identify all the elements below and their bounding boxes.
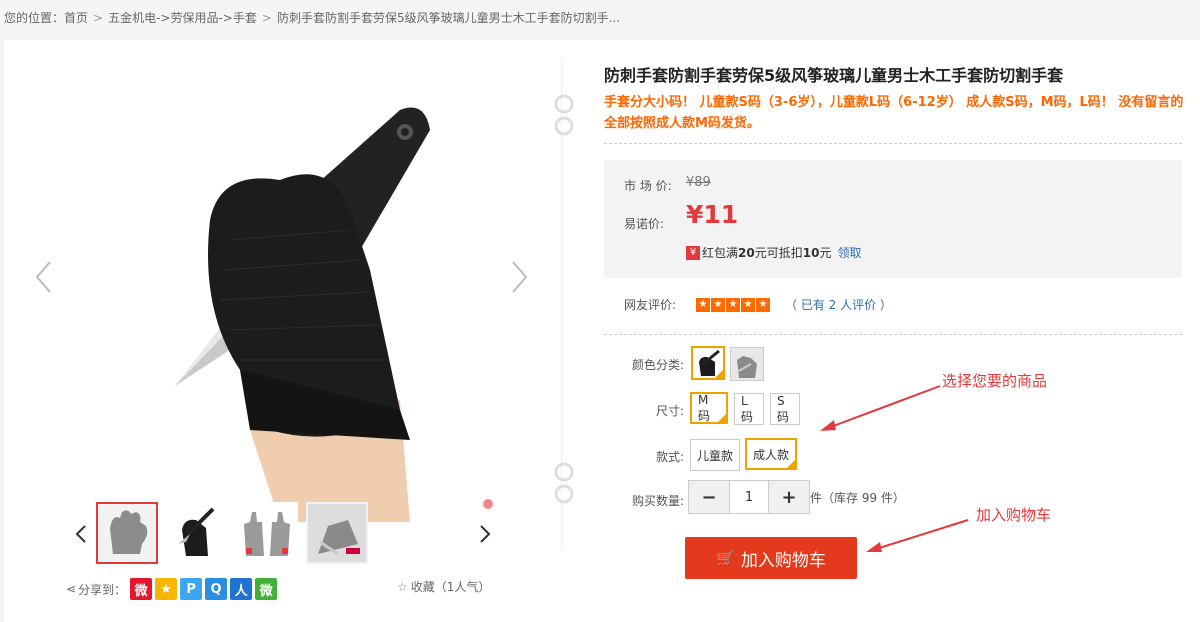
selected-check-icon xyxy=(714,369,723,378)
add-to-cart-button[interactable]: 🛒 加入购物车 xyxy=(685,537,857,579)
coupon-icon: ¥ xyxy=(686,245,700,260)
thumbnail-strip xyxy=(74,502,494,568)
sale-price-label: 易诺价: xyxy=(624,217,665,231)
pengyou-icon[interactable]: P xyxy=(180,578,203,600)
quantity-input[interactable]: 1 xyxy=(729,481,769,513)
star-icon: ★ xyxy=(756,297,770,312)
color-label: 颜色分类: xyxy=(631,358,684,372)
star-icon: ★ xyxy=(726,297,740,312)
size-label: 尺寸: xyxy=(655,404,684,418)
thumb-prev-arrow[interactable] xyxy=(74,524,88,544)
rating-row: 网友评价: ★ ★ ★ ★ ★ （ 已有 2 人评价 ） xyxy=(624,296,892,313)
favorite-label: 收藏 xyxy=(410,580,435,594)
thumbnail-3[interactable] xyxy=(236,502,298,564)
breadcrumb: 您的位置：首页 > 五金机电->劳保用品->手套 > 防刺手套防割手套劳保5级风筝玻璃儿… xyxy=(4,9,620,26)
next-image-arrow[interactable] xyxy=(509,260,529,294)
thumb-next-arrow[interactable] xyxy=(478,524,492,544)
market-price-label: 市 场 价: xyxy=(624,179,672,193)
star-icon: ★ xyxy=(741,297,755,312)
size-option-label: S码 xyxy=(777,393,790,424)
share-label: 分享到： xyxy=(78,582,127,597)
quantity-decrease-button[interactable]: − xyxy=(689,481,729,513)
cart-icon: 🛒 xyxy=(716,549,735,567)
coupon-text-mid: 元可抵扣 xyxy=(754,246,803,260)
coupon-min: 20 xyxy=(738,245,755,260)
main-product-image xyxy=(100,70,500,522)
quantity-stepper: − 1 + xyxy=(688,480,810,514)
style-option-label: 儿童款 xyxy=(697,448,734,463)
thumbnail-4[interactable] xyxy=(306,502,368,564)
star-icon: ★ xyxy=(711,297,725,312)
favorite-button[interactable]: ☆ 收藏 （1人气） xyxy=(397,578,490,595)
quantity-increase-button[interactable]: + xyxy=(769,481,809,513)
price-box: 市 场 价: ¥89 易诺价: ¥11 ¥ 红包满 20 元可抵扣 10 元 领取 xyxy=(604,160,1182,278)
color-option-grey[interactable] xyxy=(730,347,764,381)
thumbnail-1[interactable] xyxy=(96,502,158,564)
size-option-l[interactable]: L码 xyxy=(734,393,764,425)
add-to-cart-label: 加入购物车 xyxy=(740,550,826,571)
share-bar: ⋖ 分享到： 微 ★ P Q 人 微 xyxy=(66,578,280,600)
annotation-add-cart: 加入购物车 xyxy=(976,506,1052,524)
selected-check-icon xyxy=(786,459,796,469)
quantity-label: 购买数量: xyxy=(631,494,684,508)
breadcrumb-category[interactable]: 五金机电->劳保用品->手套 xyxy=(108,11,257,25)
breadcrumb-separator: > xyxy=(93,11,104,25)
size-option-m[interactable]: M码 xyxy=(690,392,728,424)
sale-price: ¥11 xyxy=(686,200,739,229)
product-title: 防刺手套防割手套劳保5级风筝玻璃儿童男士木工手套防切割手套 xyxy=(604,66,1064,85)
share-icon: ⋖ xyxy=(66,582,77,596)
style-option-adult[interactable]: 成人款 xyxy=(745,438,797,470)
rating-stars: ★ ★ ★ ★ ★ xyxy=(696,297,771,312)
binder-ring-icon xyxy=(554,94,574,136)
star-icon: ★ xyxy=(696,297,710,312)
review-count-link[interactable]: （ 已有 2 人评价 ） xyxy=(785,296,892,313)
binder-ring-icon xyxy=(554,462,574,504)
coupon-info: ¥ 红包满 20 元可抵扣 10 元 领取 xyxy=(686,244,861,261)
size-option-s[interactable]: S码 xyxy=(770,393,800,425)
product-panel: ⋖ 分享到： 微 ★ P Q 人 微 ☆ 收藏 （1人气） 防刺手套防割手套劳保… xyxy=(4,40,1200,622)
stock-text: 件（库存 99 件） xyxy=(810,491,905,505)
thumbnail-2[interactable] xyxy=(166,502,228,564)
coupon-claim-link[interactable]: 领取 xyxy=(837,244,861,261)
annotation-select: 选择您要的商品 xyxy=(942,372,1048,390)
divider xyxy=(604,143,1182,144)
prev-image-arrow[interactable] xyxy=(34,260,54,294)
breadcrumb-current: 防刺手套防割手套劳保5级风筝玻璃儿童男士木工手套防切割手... xyxy=(276,11,621,25)
qq-icon[interactable]: Q xyxy=(205,578,228,600)
style-option-label: 成人款 xyxy=(753,447,790,462)
breadcrumb-separator: > xyxy=(261,11,272,25)
favorite-count: （1人气） xyxy=(434,580,491,594)
divider xyxy=(604,334,1182,335)
market-price: ¥89 xyxy=(686,175,711,190)
coupon-text-pre: 红包满 xyxy=(702,246,739,260)
weibo-icon[interactable]: 微 xyxy=(130,578,153,600)
style-option-kids[interactable]: 儿童款 xyxy=(690,439,740,471)
coupon-text-post: 元 xyxy=(819,246,832,260)
rating-label: 网友评价: xyxy=(624,298,677,312)
breadcrumb-home[interactable]: 首页 xyxy=(64,11,88,25)
breadcrumb-prefix: 您的位置： xyxy=(4,11,65,25)
color-option-black[interactable] xyxy=(691,346,725,380)
annotation-arrow-icon xyxy=(866,519,969,552)
wechat-icon[interactable]: 微 xyxy=(255,578,278,600)
size-option-label: L码 xyxy=(741,393,754,424)
annotation-arrow-icon xyxy=(820,385,941,431)
selected-check-icon xyxy=(717,413,727,423)
promo-text: 手套分大小码！ 儿童款S码（3-6岁），儿童款L码（6-12岁） 成人款S码，M… xyxy=(604,95,1184,131)
renren-icon[interactable]: 人 xyxy=(230,578,253,600)
star-icon: ☆ xyxy=(397,579,408,594)
coupon-off: 10 xyxy=(802,245,820,260)
qzone-icon[interactable]: ★ xyxy=(155,578,178,600)
style-label: 款式: xyxy=(655,450,684,464)
